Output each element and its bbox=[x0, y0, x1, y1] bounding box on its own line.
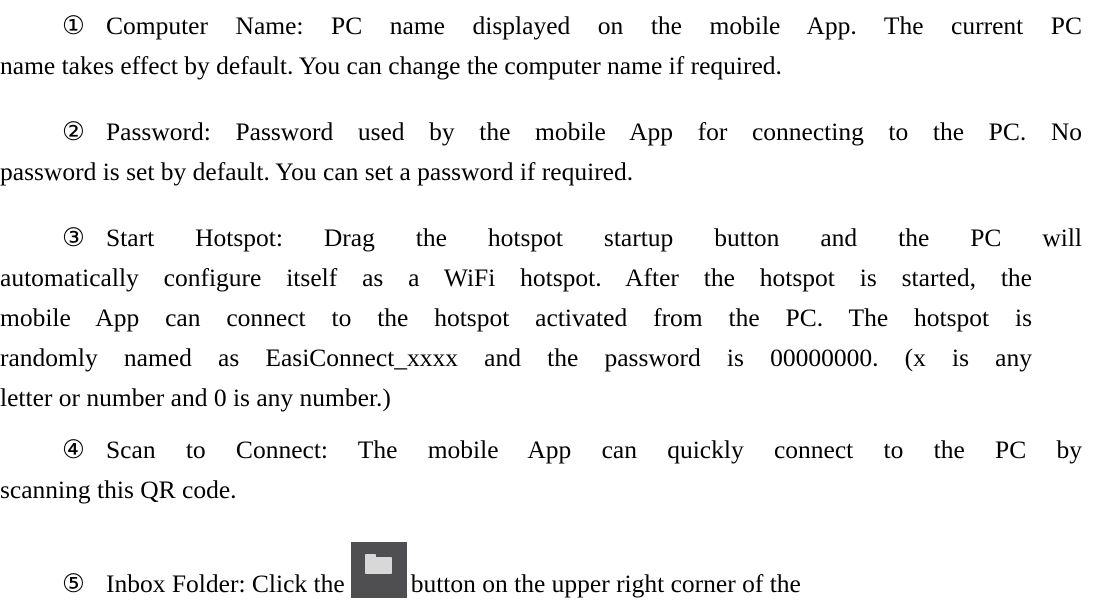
item-marker: ⑤ bbox=[62, 569, 85, 598]
item-text-line: letter or number and 0 is any number.) bbox=[0, 383, 391, 412]
item-text-line: password is set by default. You can set … bbox=[0, 157, 634, 186]
item-text-line: Scan to Connect: The mobile App can quic… bbox=[106, 435, 1082, 464]
item-text-after-icon: button on the upper right corner of the bbox=[410, 569, 801, 598]
item-marker: ② bbox=[62, 117, 85, 146]
item-text-line: Start Hotspot: Drag the hotspot startup … bbox=[106, 223, 1082, 252]
item-text-line: mobile App can connect to the hotspot ac… bbox=[0, 303, 1032, 332]
item-text-before-icon: Inbox Folder: Click the bbox=[106, 569, 345, 598]
item-text-line: automatically configure itself as a WiFi… bbox=[0, 263, 1032, 292]
item-text-line: Password: Password used by the mobile Ap… bbox=[106, 117, 1082, 146]
item-text-line: scanning this QR code. bbox=[0, 475, 237, 504]
item-text-line: randomly named as EasiConnect_xxxx and t… bbox=[0, 343, 1032, 372]
item-marker: ③ bbox=[62, 223, 85, 252]
item-marker: ④ bbox=[62, 435, 85, 464]
item-text-line: name takes effect by default. You can ch… bbox=[0, 51, 782, 80]
item-text-line: Computer Name: PC name displayed on the … bbox=[106, 11, 1082, 40]
item-marker: ① bbox=[62, 11, 85, 40]
folder-icon bbox=[350, 542, 407, 598]
